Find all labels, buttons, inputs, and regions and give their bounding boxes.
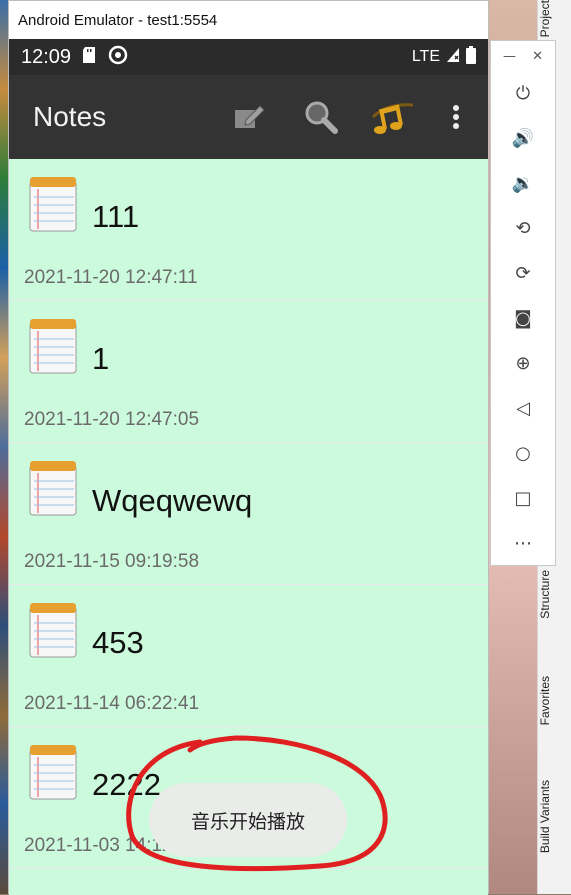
notepad-icon — [29, 603, 77, 658]
volume-up-button[interactable]: 🔊 — [491, 116, 555, 161]
note-date: 2021-11-15 09:19:58 — [24, 551, 200, 572]
music-button[interactable] — [365, 75, 419, 159]
more-icon: ⋯ — [514, 533, 532, 554]
power-button[interactable]: ⏻ — [491, 71, 555, 116]
camera-icon: ◙ — [514, 308, 532, 329]
note-row[interactable]: 111 2021-11-20 12:47:11 — [9, 159, 488, 301]
note-title: 453 — [92, 625, 144, 660]
search-button[interactable] — [297, 75, 345, 159]
new-note-button[interactable] — [227, 75, 271, 159]
back-icon: ◁ — [516, 398, 530, 419]
note-title: 2222 — [92, 767, 161, 802]
close-icon[interactable]: ✕ — [532, 49, 543, 64]
status-time: 12:09 — [21, 45, 72, 68]
app-bar: Notes — [9, 75, 488, 159]
note-date: 2021-11-14 06:22:41 — [24, 693, 200, 714]
rotate-left-icon: ⟲ — [515, 218, 531, 239]
rotate-right-button[interactable]: ⟳ — [491, 251, 555, 296]
overview-icon: □ — [514, 488, 532, 509]
signal-icon — [446, 47, 460, 68]
rotate-right-icon: ⟳ — [515, 263, 531, 284]
home-icon: ○ — [515, 443, 531, 464]
status-bar: 12:09 LTE — [9, 39, 488, 75]
window-titlebar[interactable]: Android Emulator - test1:5554 — [9, 1, 488, 39]
toast-message: 音乐开始播放 — [149, 783, 347, 857]
zoom-icon: ⊕ — [515, 353, 531, 374]
network-type: LTE — [411, 48, 440, 65]
search-icon — [305, 101, 338, 134]
overview-button[interactable]: □ — [491, 476, 555, 521]
minimize-icon[interactable]: — — [503, 49, 516, 64]
battery-icon — [466, 45, 476, 69]
power-icon: ⏻ — [515, 83, 531, 104]
note-row[interactable]: 453 2021-11-14 06:22:41 — [9, 585, 488, 727]
music-note-icon — [371, 103, 414, 134]
note-title: 111 — [92, 199, 140, 234]
volume-down-button[interactable]: 🔉 — [491, 161, 555, 206]
back-button[interactable]: ◁ — [491, 386, 555, 431]
note-title: 1 — [92, 341, 110, 376]
more-button[interactable]: ⋯ — [491, 521, 555, 566]
zoom-button[interactable]: ⊕ — [491, 341, 555, 386]
rotate-left-button[interactable]: ⟲ — [491, 206, 555, 251]
home-button[interactable]: ○ — [491, 431, 555, 476]
notepad-icon — [29, 745, 77, 800]
overflow-menu-button[interactable] — [441, 75, 471, 159]
data-saver-icon — [107, 44, 129, 71]
volume-down-icon: 🔉 — [511, 173, 535, 194]
ide-project-tab[interactable]: Project — [538, 0, 552, 37]
edit-note-icon — [235, 105, 265, 128]
emulator-toolbar: — ✕ ⏻ 🔊 🔉 ⟲ ⟳ ◙ ⊕ ◁ ○ □ ⋯ — [490, 40, 556, 566]
notepad-icon — [29, 461, 77, 516]
note-row[interactable]: Wqeqwewq 2021-11-15 09:19:58 — [9, 443, 488, 585]
sd-card-icon — [81, 46, 97, 69]
notepad-icon — [29, 319, 77, 374]
volume-up-icon: 🔊 — [511, 128, 535, 149]
window-title: Android Emulator - test1:5554 — [18, 11, 218, 29]
app-title: Notes — [33, 101, 107, 132]
note-date: 2021-11-20 12:47:05 — [24, 409, 200, 430]
emulator-window: Android Emulator - test1:5554 12:09 LTE … — [8, 0, 489, 895]
camera-button[interactable]: ◙ — [491, 296, 555, 341]
ide-build-variants-tab[interactable]: Build Variants — [538, 780, 552, 853]
note-row[interactable]: 1 2021-11-20 12:47:05 — [9, 301, 488, 443]
note-date: 2021-11-20 12:47:11 — [24, 267, 198, 288]
notepad-icon — [29, 177, 77, 232]
ide-structure-tab[interactable]: Structure — [538, 570, 552, 619]
ide-favorites-tab[interactable]: Favorites — [538, 676, 552, 725]
more-vert-icon — [453, 105, 459, 129]
note-title: Wqeqwewq — [92, 483, 253, 518]
